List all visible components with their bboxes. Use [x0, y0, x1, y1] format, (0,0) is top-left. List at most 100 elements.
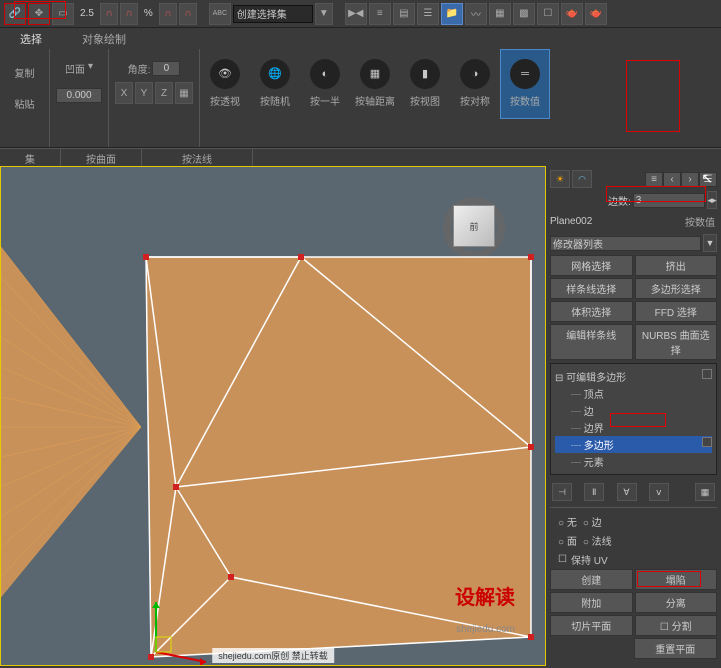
graph-icon[interactable]: ☰: [417, 3, 439, 25]
edges-label: 边数:: [608, 193, 631, 208]
link-icon[interactable]: 🔗: [4, 3, 26, 25]
select-icon[interactable]: ▭: [52, 3, 74, 25]
object-name: Plane002: [550, 216, 592, 227]
render-setup-icon[interactable]: ▩: [513, 3, 535, 25]
schematic-icon[interactable]: 〰: [465, 3, 487, 25]
tree-item-2[interactable]: ┈ 边界: [555, 419, 712, 436]
edges-input[interactable]: [633, 193, 705, 208]
reset-plane-button[interactable]: 重置平面: [634, 638, 718, 659]
concave-value[interactable]: [56, 88, 102, 103]
axis-z-button[interactable]: Z: [155, 82, 173, 104]
bottom-tab-surface[interactable]: 按曲面: [61, 149, 142, 166]
tab-select[interactable]: 选择: [0, 29, 62, 49]
tab-object-draw[interactable]: 对象绘制: [62, 29, 146, 49]
ribbon-tabs: 选择 对象绘制: [0, 29, 146, 49]
render-frame-icon[interactable]: ☐: [537, 3, 559, 25]
snap-b-icon[interactable]: ∩: [120, 3, 138, 25]
big-button-1[interactable]: 🌐按随机: [250, 49, 300, 119]
snap-a-icon[interactable]: ∩: [100, 3, 118, 25]
mod-button-4[interactable]: 体积选择: [550, 301, 633, 322]
stack-tools: ⊣ Ⅱ ∀ ⅴ ▦: [550, 481, 717, 503]
watermark-logo: 设解读: [455, 581, 515, 610]
watermark-caption: shejiedu.com原创 禁止转载: [212, 648, 334, 663]
nav-next-icon[interactable]: ›: [681, 172, 699, 187]
big-button-3[interactable]: ▦按轴距离: [350, 49, 400, 119]
mod-button-0[interactable]: 网格选择: [550, 255, 633, 276]
split-button[interactable]: ☐ 分割: [635, 615, 718, 636]
remove-icon[interactable]: ⅴ: [649, 483, 669, 501]
big-button-6[interactable]: ═按数值: [500, 49, 550, 119]
material-editor-icon[interactable]: ▦: [489, 3, 511, 25]
modifier-list-dropdown[interactable]: [550, 236, 701, 251]
radio-face[interactable]: ○ 面: [558, 533, 577, 548]
bottom-tab-normal[interactable]: 按法线: [142, 149, 253, 166]
layers-icon[interactable]: ▤: [393, 3, 415, 25]
by-numeric-label: 按数值: [683, 212, 717, 231]
mod-button-5[interactable]: FFD 选择: [635, 301, 718, 322]
axis-y-button[interactable]: Y: [135, 82, 153, 104]
teapot-render-icon[interactable]: 🫖: [561, 3, 583, 25]
create-button[interactable]: 创建: [550, 569, 633, 590]
tree-item-0[interactable]: ┈ 顶点: [555, 385, 712, 402]
show-icon[interactable]: Ⅱ: [584, 483, 604, 501]
pin-icon[interactable]: ⊣: [552, 483, 572, 501]
move-icon[interactable]: ✥: [28, 3, 50, 25]
radio-normal[interactable]: ○ 法线: [583, 533, 612, 548]
big-button-5[interactable]: ◑按对称: [450, 49, 500, 119]
teapot-icon[interactable]: 🫖: [585, 3, 607, 25]
viewport[interactable]: 前: [0, 166, 546, 666]
big-icon-5: ◑: [460, 59, 490, 89]
radio-edge[interactable]: ○ 边: [583, 514, 602, 529]
snap-c-icon[interactable]: ∩: [159, 3, 177, 25]
spinner-icon[interactable]: ◂▸: [707, 191, 717, 209]
axis-misc-icon[interactable]: ▦: [175, 82, 193, 104]
attach-button[interactable]: 附加: [550, 592, 633, 613]
collapse-button[interactable]: 塌陷: [635, 569, 718, 590]
align-icon[interactable]: ≡: [369, 3, 391, 25]
command-panel: ☀ ◠ ≡ ‹ › ☰ 边数: ◂▸ ↖ Plane002 按数值 ▼ 网格选择…: [546, 166, 721, 666]
nav-menu-icon[interactable]: ≡: [645, 172, 663, 187]
rename-icon[interactable]: ABC: [209, 3, 231, 25]
tree-item-4[interactable]: ┈ 元素: [555, 453, 712, 470]
mirror-icon[interactable]: ▶◀: [345, 3, 367, 25]
copy-label[interactable]: 复制: [15, 65, 35, 80]
angle-group: 角度: X Y Z ▦: [109, 49, 200, 147]
snap-d-icon[interactable]: ∩: [179, 3, 197, 25]
axis-x-button[interactable]: X: [115, 82, 133, 104]
snap-value: 2.5: [76, 8, 98, 19]
percent-label: %: [140, 8, 157, 19]
nav-prev-icon[interactable]: ‹: [663, 172, 681, 187]
arc-icon[interactable]: ◠: [572, 170, 592, 188]
mod-button-2[interactable]: 样条线选择: [550, 278, 633, 299]
angle-label: 角度:: [128, 61, 151, 76]
dropdown-arrow-icon[interactable]: ▼: [315, 3, 333, 25]
watermark-url: shejiedu.com: [456, 624, 515, 635]
mod-button-6[interactable]: 编辑样条线: [550, 324, 633, 360]
curve-editor-icon[interactable]: 📁: [441, 3, 463, 25]
big-button-0[interactable]: 👁按透视: [200, 49, 250, 119]
mod-button-3[interactable]: 多边形选择: [635, 278, 718, 299]
big-icon-1: 🌐: [260, 59, 290, 89]
selection-set-dropdown[interactable]: [233, 5, 313, 23]
angle-value[interactable]: [152, 61, 180, 76]
detach-button[interactable]: 分离: [635, 592, 718, 613]
dropdown-icon[interactable]: ▼: [703, 234, 717, 252]
radio-none[interactable]: ○ 无: [558, 514, 577, 529]
big-button-2[interactable]: ◐按一半: [300, 49, 350, 119]
tree-root[interactable]: ⊟ 可编辑多边形: [555, 368, 712, 385]
main-area: 前: [0, 166, 721, 666]
modifier-buttons: 网格选择挤出样条线选择多边形选择体积选择FFD 选择编辑样条线NURBS 曲面选…: [550, 255, 717, 360]
keep-uv-checkbox[interactable]: ☐ 保持 UV: [550, 550, 717, 569]
tree-item-1[interactable]: ┈ 边: [555, 402, 712, 419]
config-icon[interactable]: ▦: [695, 483, 715, 501]
paste-label[interactable]: 粘贴: [15, 96, 35, 111]
viewcube[interactable]: 前: [453, 205, 495, 247]
sun-icon[interactable]: ☀: [550, 170, 570, 188]
big-button-4[interactable]: ▮按视图: [400, 49, 450, 119]
mod-button-7[interactable]: NURBS 曲面选择: [635, 324, 718, 360]
tree-item-3[interactable]: ┈ 多边形: [555, 436, 712, 453]
mod-button-1[interactable]: 挤出: [635, 255, 718, 276]
unique-icon[interactable]: ∀: [617, 483, 637, 501]
bottom-tab-set[interactable]: 集: [0, 149, 61, 166]
slice-plane-button[interactable]: 切片平面: [550, 615, 633, 636]
